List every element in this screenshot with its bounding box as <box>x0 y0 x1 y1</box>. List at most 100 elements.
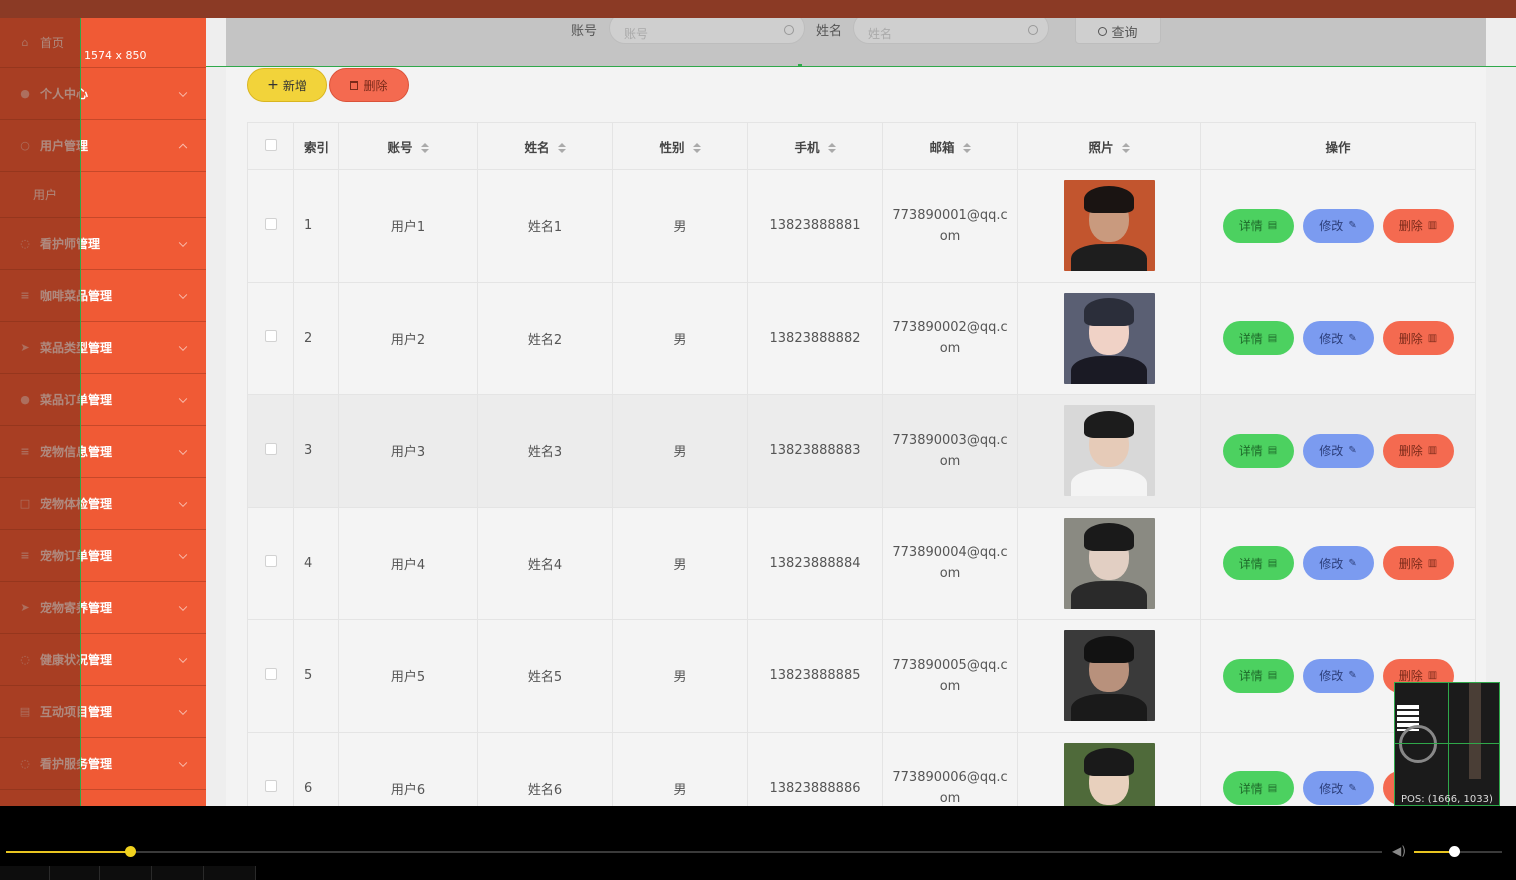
edit-button[interactable]: 修改 ✎ <box>1302 433 1374 468</box>
sidebar-item[interactable]: ➤ 菜品类型管理 <box>0 322 206 374</box>
sidebar-item[interactable]: ≡ 宠物信息管理 <box>0 426 206 478</box>
sidebar-item-label: 菜品订单管理 <box>40 393 113 407</box>
crosshair-horizontal <box>1395 743 1499 744</box>
pencil-icon: ✎ <box>1348 557 1357 569</box>
edit-button[interactable]: 修改 ✎ <box>1302 658 1374 693</box>
cell-photo <box>1017 731 1201 806</box>
cell-gender: 男 <box>612 731 748 806</box>
home-icon: ⌂ <box>21 36 29 49</box>
edit-button[interactable]: 修改 ✎ <box>1302 321 1374 356</box>
query-button[interactable]: 查询 <box>1075 18 1161 44</box>
row-select-cell <box>247 394 294 508</box>
select-all-checkbox[interactable] <box>264 138 277 151</box>
batch-delete-button[interactable]: 删除 <box>329 68 409 102</box>
cell-gender: 男 <box>612 506 748 620</box>
cell-name: 姓名5 <box>477 619 613 733</box>
cell-email: 773890006@qq.com <box>882 731 1018 806</box>
player-control[interactable] <box>50 866 100 880</box>
cell-email: 773890003@qq.com <box>882 394 1018 508</box>
edit-button[interactable]: 修改 ✎ <box>1302 208 1374 243</box>
cell-index: 2 <box>293 281 339 395</box>
sidebar-item[interactable]: ○ 用户管理 <box>0 120 206 172</box>
delete-label: 删除 <box>1398 331 1423 346</box>
delete-button[interactable]: 删除 ▥ <box>1382 208 1454 243</box>
cell-photo <box>1017 169 1201 283</box>
cell-gender: 男 <box>612 169 748 283</box>
detail-button[interactable]: 详情 ▤ <box>1222 321 1294 356</box>
row-checkbox[interactable] <box>264 780 277 793</box>
volume-icon[interactable]: ◀) <box>1392 844 1408 858</box>
add-button[interactable]: + 新增 <box>247 68 327 102</box>
user-photo[interactable] <box>1063 517 1155 609</box>
account-search-input[interactable]: 账号 <box>609 18 805 44</box>
user-photo[interactable] <box>1063 742 1155 806</box>
sort-icon <box>692 143 701 153</box>
sidebar-item[interactable]: □ 宠物体检管理 <box>0 478 206 530</box>
name-search-input[interactable]: 姓名 <box>853 18 1049 44</box>
detail-button[interactable]: 详情 ▤ <box>1222 433 1294 468</box>
edit-button[interactable]: 修改 ✎ <box>1302 771 1374 806</box>
player-control[interactable] <box>0 866 50 880</box>
sidebar-item[interactable]: ◌ 健康状况管理 <box>0 634 206 686</box>
email-text: 773890005@qq.com <box>892 657 1008 694</box>
row-select-cell <box>247 619 294 733</box>
delete-button[interactable]: 删除 ▥ <box>1382 433 1454 468</box>
player-control[interactable] <box>100 866 152 880</box>
main-content: 账号 账号 姓名 姓名 查询 + 新增 删除 索引 账号 姓名 性别 手机 邮箱… <box>206 18 1516 806</box>
sidebar-item-label: 咖啡菜品管理 <box>40 289 113 303</box>
detail-button[interactable]: 详情 ▤ <box>1222 771 1294 806</box>
column-email[interactable]: 邮箱 <box>882 122 1018 170</box>
row-select-cell <box>247 506 294 620</box>
cell-actions: 详情 ▤ 修改 ✎ 删除 ▥ <box>1200 506 1476 620</box>
detail-button[interactable]: 详情 ▤ <box>1222 658 1294 693</box>
user-photo[interactable] <box>1063 405 1155 497</box>
progress-knob[interactable] <box>125 846 136 857</box>
detail-button[interactable]: 详情 ▤ <box>1222 546 1294 581</box>
sidebar-item[interactable]: ➤ 宠物寄养管理 <box>0 582 206 634</box>
sidebar-item-label: 首页 <box>40 36 65 50</box>
sidebar-item[interactable]: ● 个人中心 <box>0 68 206 120</box>
row-checkbox[interactable] <box>264 555 277 568</box>
user-photo[interactable] <box>1063 180 1155 272</box>
user-photo[interactable] <box>1063 630 1155 722</box>
player-control[interactable] <box>152 866 204 880</box>
sidebar-item[interactable]: ▤ 互动项目管理 <box>0 686 206 738</box>
sidebar-item-label: 宠物订单管理 <box>40 549 113 563</box>
chevron-down-icon <box>178 498 188 507</box>
table-row: 3 用户3 姓名3 男 13823888883 773890003@qq.com 详情 ▤ 修改… <box>247 394 1476 508</box>
progress-track[interactable] <box>6 851 1382 853</box>
edit-button[interactable]: 修改 ✎ <box>1302 546 1374 581</box>
detail-button[interactable]: 详情 ▤ <box>1222 208 1294 243</box>
row-actions: 详情 ▤ 修改 ✎ 删除 ▥ <box>1201 208 1475 243</box>
sidebar-item[interactable]: ◌ 看护师管理 <box>0 218 206 270</box>
column-actions: 操作 <box>1200 122 1476 170</box>
sidebar-item-label: 互动项目管理 <box>40 705 113 719</box>
column-gender[interactable]: 性别 <box>612 122 748 170</box>
column-photo[interactable]: 照片 <box>1017 122 1201 170</box>
sidebar-subitem[interactable]: 用户 <box>0 172 206 218</box>
column-name[interactable]: 姓名 <box>477 122 613 170</box>
column-phone[interactable]: 手机 <box>747 122 883 170</box>
cell-account: 用户4 <box>338 506 478 620</box>
player-control[interactable] <box>204 866 256 880</box>
row-checkbox[interactable] <box>264 330 277 343</box>
sidebar-item[interactable]: ◌ 看护服务管理 <box>0 738 206 790</box>
cell-gender: 男 <box>612 281 748 395</box>
chevron-down-icon <box>178 238 188 247</box>
user-photo[interactable] <box>1063 292 1155 384</box>
chevron-down-icon <box>178 342 188 351</box>
sidebar-item[interactable]: ≡ 宠物订单管理 <box>0 530 206 582</box>
document-icon: ▤ <box>1267 670 1278 682</box>
delete-button[interactable]: 删除 ▥ <box>1382 321 1454 356</box>
sort-icon <box>557 143 566 153</box>
row-checkbox[interactable] <box>264 442 277 455</box>
zoom-magnifier: POS: (1666, 1033) <box>1394 682 1500 806</box>
column-account[interactable]: 账号 <box>338 122 478 170</box>
delete-button[interactable]: 删除 ▥ <box>1382 546 1454 581</box>
sidebar-item[interactable]: ● 菜品订单管理 <box>0 374 206 426</box>
row-checkbox[interactable] <box>264 217 277 230</box>
list-icon: ≡ <box>20 445 30 458</box>
row-checkbox[interactable] <box>264 667 277 680</box>
volume-knob[interactable] <box>1449 846 1460 857</box>
sidebar-item[interactable]: ≡ 咖啡菜品管理 <box>0 270 206 322</box>
